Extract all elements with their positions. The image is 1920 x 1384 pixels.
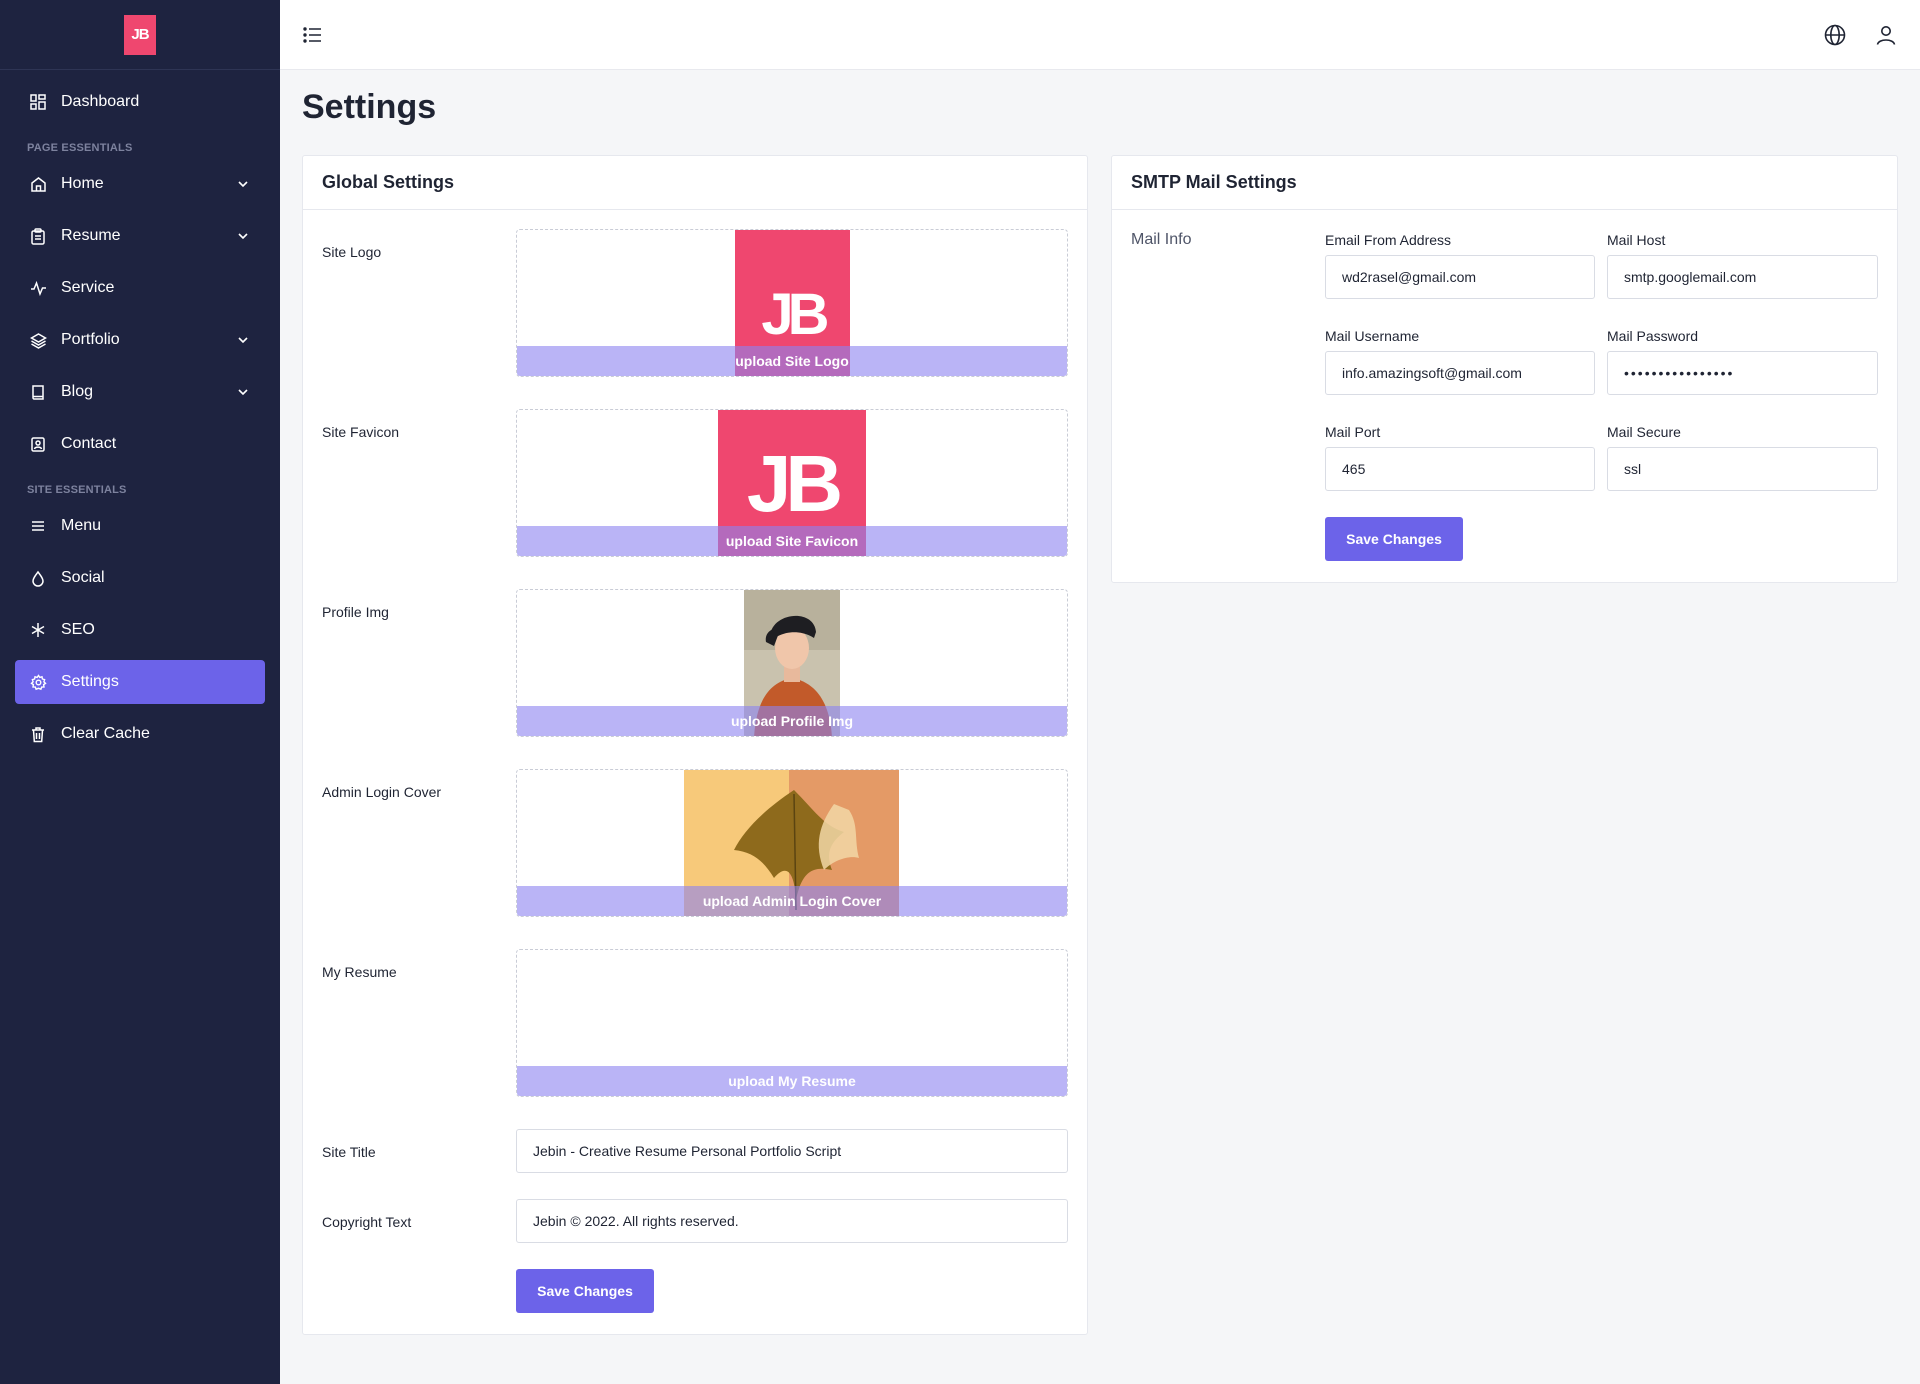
- mail-info-label: Mail Info: [1131, 231, 1192, 248]
- sidebar-item-label: Menu: [61, 517, 102, 534]
- sidebar-item-label: Settings: [61, 673, 119, 690]
- sidebar-item-blog[interactable]: Blog: [15, 370, 265, 414]
- admin-login-cover-upload[interactable]: upload Admin Login Cover: [516, 769, 1068, 917]
- card-title: Global Settings: [303, 156, 1087, 210]
- sidebar-item-settings[interactable]: Settings: [15, 660, 265, 704]
- mail-username-input[interactable]: info.amazingsoft@gmail.com: [1325, 351, 1595, 395]
- snowflake-icon: [29, 621, 47, 639]
- sidebar-nav: Dashboard PAGE ESSENTIALS Home Resume Se…: [0, 70, 280, 774]
- activity-icon: [29, 279, 47, 297]
- user-icon[interactable]: [1874, 23, 1898, 47]
- page-title: Settings: [302, 88, 437, 126]
- mail-secure-label: Mail Secure: [1607, 424, 1681, 440]
- copyright-text-input[interactable]: Jebin © 2022. All rights reserved.: [516, 1199, 1068, 1243]
- chevron-down-icon: [238, 233, 248, 240]
- site-title-label: Site Title: [322, 1144, 376, 1160]
- sidebar-item-clear-cache[interactable]: Clear Cache: [15, 712, 265, 756]
- site-favicon-text: JB: [746, 439, 843, 528]
- card-title: SMTP Mail Settings: [1112, 156, 1897, 210]
- copyright-text-label: Copyright Text: [322, 1214, 412, 1230]
- sidebar-item-seo[interactable]: SEO: [15, 608, 265, 652]
- sidebar-item-label: Contact: [61, 435, 117, 452]
- sidebar-item-home[interactable]: Home: [15, 162, 265, 206]
- upload-my-resume-button[interactable]: upload My Resume: [517, 1073, 1067, 1089]
- sidebar-item-contact[interactable]: Contact: [15, 422, 265, 466]
- layers-icon: [29, 331, 47, 349]
- mail-secure-input[interactable]: ssl: [1607, 447, 1878, 491]
- sidebar-item-label: Service: [61, 279, 115, 296]
- chevron-down-icon: [238, 389, 248, 396]
- sidebar-item-label: Clear Cache: [61, 725, 150, 742]
- sidebar-item-label: Home: [61, 175, 104, 192]
- mail-password-label: Mail Password: [1607, 328, 1699, 344]
- upload-profile-img-button[interactable]: upload Profile Img: [517, 713, 1067, 729]
- profile-img-label: Profile Img: [322, 604, 389, 620]
- book-icon: [29, 383, 47, 401]
- contact-card-icon: [29, 435, 47, 453]
- chevron-down-icon: [238, 337, 248, 344]
- mail-username-label: Mail Username: [1325, 328, 1420, 344]
- email-from-label: Email From Address: [1325, 232, 1452, 248]
- site-favicon-upload[interactable]: JB upload Site Favicon: [516, 409, 1068, 557]
- globe-icon[interactable]: [1823, 23, 1847, 47]
- site-logo-text: JB: [761, 281, 829, 347]
- sidebar-item-label: Social: [61, 569, 105, 586]
- sidebar-item-label: SEO: [61, 621, 95, 638]
- sidebar-item-social[interactable]: Social: [15, 556, 265, 600]
- topbar: [280, 0, 1920, 70]
- section-site-essentials: SITE ESSENTIALS: [27, 484, 127, 496]
- my-resume-label: My Resume: [322, 964, 397, 980]
- sidebar-item-dashboard[interactable]: Dashboard: [15, 80, 265, 124]
- sidebar-item-label: Dashboard: [61, 93, 140, 110]
- list-icon[interactable]: [302, 24, 324, 46]
- sidebar-item-label: Portfolio: [61, 331, 120, 348]
- save-smtp-settings-button[interactable]: Save Changes: [1325, 517, 1463, 561]
- hamburger-icon: [29, 517, 47, 535]
- mail-port-label: Mail Port: [1325, 424, 1381, 440]
- brand: JB: [0, 0, 280, 70]
- site-title-input[interactable]: Jebin - Creative Resume Personal Portfol…: [516, 1129, 1068, 1173]
- mail-host-input[interactable]: smtp.googlemail.com: [1607, 255, 1878, 299]
- global-settings-card: Global Settings Site Logo JB upload Site…: [302, 155, 1088, 1335]
- mail-host-label: Mail Host: [1607, 232, 1666, 248]
- site-logo-upload[interactable]: JB upload Site Logo: [516, 229, 1068, 377]
- sidebar-item-menu[interactable]: Menu: [15, 504, 265, 548]
- upload-admin-login-cover-button[interactable]: upload Admin Login Cover: [517, 893, 1067, 909]
- dashboard-grid-icon: [29, 93, 47, 111]
- upload-site-favicon-button[interactable]: upload Site Favicon: [517, 533, 1067, 549]
- trash-icon: [29, 725, 47, 743]
- sidebar-item-service[interactable]: Service: [15, 266, 265, 310]
- mail-port-input[interactable]: 465: [1325, 447, 1595, 491]
- upload-site-logo-button[interactable]: upload Site Logo: [517, 353, 1067, 369]
- droplet-icon: [29, 569, 47, 587]
- chevron-down-icon: [238, 181, 248, 188]
- email-from-input[interactable]: wd2rasel@gmail.com: [1325, 255, 1595, 299]
- mail-password-input[interactable]: ••••••••••••••••: [1607, 351, 1878, 395]
- smtp-settings-card: SMTP Mail Settings Mail Info Email From …: [1111, 155, 1898, 583]
- site-favicon-label: Site Favicon: [322, 424, 400, 440]
- profile-img-upload[interactable]: upload Profile Img: [516, 589, 1068, 737]
- gear-icon: [29, 673, 47, 691]
- clipboard-icon: [29, 227, 47, 245]
- my-resume-upload[interactable]: upload My Resume: [516, 949, 1068, 1097]
- sidebar-item-resume[interactable]: Resume: [15, 214, 265, 258]
- save-global-settings-button[interactable]: Save Changes: [516, 1269, 654, 1313]
- sidebar-item-label: Blog: [61, 383, 94, 400]
- sidebar-item-portfolio[interactable]: Portfolio: [15, 318, 265, 362]
- home-icon: [29, 175, 47, 193]
- brand-logo[interactable]: JB: [124, 14, 156, 55]
- admin-login-cover-label: Admin Login Cover: [322, 784, 442, 800]
- sidebar: JB Dashboard PAGE ESSENTIALS Home Resume: [0, 0, 280, 1384]
- section-page-essentials: PAGE ESSENTIALS: [27, 142, 133, 154]
- sidebar-item-label: Resume: [61, 227, 121, 244]
- site-logo-label: Site Logo: [322, 244, 382, 260]
